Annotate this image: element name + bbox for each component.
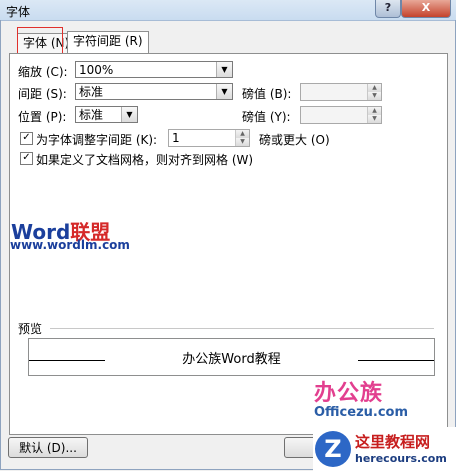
spin-up-icon[interactable]: ▲: [367, 84, 381, 92]
spin-down-icon[interactable]: ▼: [235, 138, 249, 146]
scale-label: 缩放 (C):: [18, 65, 68, 79]
kerning-checkbox[interactable]: ✓: [20, 132, 33, 145]
grid-snap-label: 如果定义了文档网格，则对齐到网格 (W): [36, 153, 254, 167]
spacing-value: 标准: [79, 85, 104, 99]
logo2-domain: herecours.com: [355, 452, 447, 465]
spin-down-icon[interactable]: ▼: [367, 92, 381, 100]
position-by-label: 磅值 (Y):: [242, 110, 291, 124]
scale-combo[interactable]: 100% ▼: [75, 61, 233, 78]
logo-cn: 办公族: [314, 381, 384, 406]
position-combo[interactable]: 标准 ▼: [75, 106, 138, 123]
preview-label: 预览: [18, 322, 43, 336]
chevron-down-icon[interactable]: ▼: [121, 107, 137, 122]
herecours-logo: Z 这里教程网 herecours.com: [313, 427, 456, 471]
kerning-input[interactable]: 1 ▲ ▼: [168, 129, 250, 147]
logo2-cn: 这里教程网: [355, 433, 431, 451]
close-button[interactable]: X: [401, 0, 451, 18]
window-title: 字体: [6, 5, 31, 19]
title-bar: 字体 ? X: [0, 0, 456, 21]
z-logo-icon: Z: [315, 431, 351, 467]
spin-up-icon[interactable]: ▲: [235, 130, 249, 138]
position-label: 位置 (P):: [18, 110, 67, 124]
chevron-down-icon[interactable]: ▼: [216, 84, 232, 99]
preview-divider: [50, 328, 434, 329]
position-by-input[interactable]: ▲ ▼: [300, 106, 382, 124]
spacing-by-input[interactable]: ▲ ▼: [300, 83, 382, 101]
spin-down-icon[interactable]: ▼: [367, 115, 381, 123]
help-button[interactable]: ?: [375, 0, 401, 18]
preview-box: 办公族Word教程: [28, 338, 435, 376]
kerning-value: 1: [172, 131, 180, 145]
tab-character-spacing[interactable]: 字符间距 (R): [67, 31, 149, 55]
watermark-url: www.wordlm.com: [10, 238, 130, 252]
spacing-by-label: 磅值 (B):: [242, 87, 292, 101]
logo-domain: Officezu.com: [314, 405, 409, 420]
spin-up-icon[interactable]: ▲: [367, 107, 381, 115]
spacing-combo[interactable]: 标准 ▼: [75, 83, 233, 100]
default-button[interactable]: 默认 (D)...: [8, 437, 88, 458]
spacing-label: 间距 (S):: [18, 87, 67, 101]
kerning-suffix: 磅或更大 (O): [259, 133, 330, 147]
kerning-label: 为字体调整字间距 (K):: [36, 133, 158, 147]
position-value: 标准: [79, 108, 104, 122]
scale-value: 100%: [79, 63, 114, 77]
officezu-logo: 办公族 Officezu.com: [314, 375, 454, 420]
preview-sample-text: 办公族Word教程: [182, 352, 281, 367]
grid-snap-checkbox[interactable]: ✓: [20, 152, 33, 165]
chevron-down-icon[interactable]: ▼: [216, 62, 232, 77]
